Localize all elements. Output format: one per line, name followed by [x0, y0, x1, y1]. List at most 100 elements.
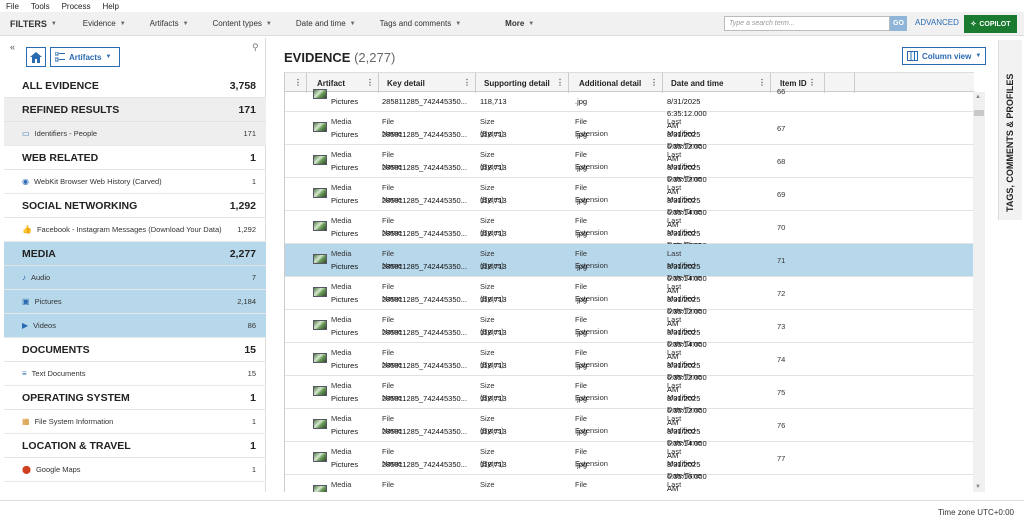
- table-row[interactable]: Media Pictures File Name 285811285_74244535…: [285, 310, 974, 361]
- artifacts-view-dropdown[interactable]: Artifacts ▼: [50, 47, 120, 67]
- table-row[interactable]: Media Pictures File Name 285811285_74244535…: [285, 112, 974, 163]
- category-header[interactable]: LOCATION & TRAVEL 1: [4, 434, 266, 458]
- category-header[interactable]: DOCUMENTS 15: [4, 338, 266, 362]
- category-item[interactable]: ▶ Videos 86: [4, 314, 266, 338]
- filter-tags-comments[interactable]: Tags and comments ▼: [380, 19, 462, 28]
- category-header[interactable]: OPERATING SYSTEM 1: [4, 386, 266, 410]
- image-thumbnail[interactable]: [313, 254, 327, 264]
- column-header-key-detail[interactable]: Key detail ⋮: [379, 73, 476, 93]
- table-row[interactable]: Media Pictures File Name 285811285_74244535…: [285, 409, 974, 460]
- image-thumbnail[interactable]: [313, 386, 327, 396]
- image-thumbnail[interactable]: [313, 419, 327, 429]
- tags-comments-profiles-panel-toggle[interactable]: TAGS, COMMENTS & PROFILES: [998, 40, 1022, 220]
- image-thumbnail[interactable]: [313, 452, 327, 462]
- category-header[interactable]: REFINED RESULTS 171: [4, 98, 266, 122]
- search-input[interactable]: Type a search term...: [724, 16, 890, 31]
- image-thumbnail[interactable]: [313, 122, 327, 132]
- table-row[interactable]: Media File Name Size (Bytes) File Extension…: [285, 475, 974, 492]
- filter-content-types[interactable]: Content types ▼: [213, 19, 272, 28]
- cell-value: Pictures: [331, 163, 359, 172]
- column-header-additional-detail[interactable]: Additional detail ⋮: [569, 73, 663, 93]
- evidence-title: EVIDENCE: [284, 50, 351, 65]
- chevron-down-icon: ▼: [528, 20, 535, 27]
- column-menu-button[interactable]: ⋮: [285, 73, 307, 93]
- image-thumbnail[interactable]: [313, 155, 327, 165]
- category-count: 1,292: [229, 199, 256, 212]
- scroll-down-icon[interactable]: ▼: [975, 484, 981, 490]
- category-item[interactable]: 👍 Facebook - Instagram Messages (Download…: [4, 218, 266, 242]
- image-thumbnail[interactable]: [313, 89, 327, 99]
- table-row[interactable]: Media Pictures File Name 285811285_74244535…: [285, 145, 974, 196]
- menu-help[interactable]: Help: [102, 2, 118, 11]
- scroll-thumb[interactable]: [974, 110, 984, 116]
- table-row[interactable]: Media Pictures File Name 285811285_74244535…: [285, 376, 974, 427]
- cell-value: Pictures: [331, 97, 359, 106]
- category-item[interactable]: ≡ Text Documents 15: [4, 362, 266, 386]
- cell-value: 285811285_742445350...: [382, 196, 467, 205]
- category-item[interactable]: ♪ Audio 7: [4, 266, 266, 290]
- category-header[interactable]: SOCIAL NETWORKING 1,292: [4, 194, 266, 218]
- more-vertical-icon: ⋮: [294, 78, 302, 87]
- cell-value: 118,713: [480, 229, 507, 238]
- table-row[interactable]: Pictures 285811285_742445350... 118,713 .jp…: [285, 87, 974, 130]
- category-item[interactable]: ▭ Identifiers - People 171: [4, 122, 266, 146]
- filter-evidence[interactable]: Evidence ▼: [83, 19, 126, 28]
- item-id: 71: [777, 256, 786, 265]
- collapse-panel-icon[interactable]: «: [10, 42, 15, 52]
- image-thumbnail[interactable]: [313, 353, 327, 363]
- item-id: 67: [777, 124, 786, 133]
- thumbs-up-icon: 👍: [22, 225, 32, 234]
- filter-date-time[interactable]: Date and time ▼: [296, 19, 356, 28]
- table-row[interactable]: Media Pictures File Name 285811285_74244535…: [285, 343, 974, 394]
- category-item[interactable]: ▣ Pictures 2,184: [4, 290, 266, 314]
- pin-icon[interactable]: ⚲: [252, 42, 259, 53]
- image-thumbnail[interactable]: [313, 287, 327, 297]
- cell-value: 118,713: [480, 295, 507, 304]
- category-header[interactable]: WEB RELATED 1: [4, 146, 266, 170]
- go-button[interactable]: GO: [890, 16, 907, 31]
- table-scrollbar[interactable]: ▲ ▼: [973, 92, 985, 492]
- category-item[interactable]: ⬤ Google Maps 1: [4, 458, 266, 482]
- menu-tools[interactable]: Tools: [31, 2, 50, 11]
- category-item-count: 86: [247, 321, 256, 330]
- table-row[interactable]: Media Pictures File Name 285811285_74244535…: [285, 277, 974, 328]
- cell-value: 118,713: [480, 130, 507, 139]
- filters-menu[interactable]: FILTERS ▼: [10, 19, 57, 29]
- cell-value: 118,713: [480, 97, 507, 106]
- category-header[interactable]: ALL EVIDENCE 3,758: [4, 74, 266, 98]
- home-button[interactable]: [26, 47, 46, 67]
- category-header[interactable]: MEDIA 2,277: [4, 242, 266, 266]
- column-view-dropdown[interactable]: Column view ▼: [902, 47, 986, 65]
- cell-label: Media: [331, 414, 352, 423]
- chevron-down-icon: ▼: [50, 20, 57, 27]
- category-item-left: ⬤ Google Maps: [22, 465, 81, 474]
- table-row[interactable]: Media Pictures File Name 285811285_74244535…: [285, 211, 974, 262]
- image-thumbnail[interactable]: [313, 188, 327, 198]
- cell-value: .jpg: [575, 97, 588, 106]
- category-item[interactable]: ◉ WebKit Browser Web History (Carved) 1: [4, 170, 266, 194]
- image-thumbnail[interactable]: [313, 485, 327, 492]
- filter-more[interactable]: More ▼: [505, 19, 534, 28]
- cell-value: 285811285_742445350...: [382, 394, 467, 403]
- table-row[interactable]: Media Pictures File Name 285811285_74244535…: [285, 442, 974, 492]
- scroll-up-icon[interactable]: ▲: [975, 94, 981, 100]
- column-header-supporting-detail[interactable]: Supporting detail ⋮: [476, 73, 569, 93]
- cell-value: Pictures: [331, 196, 359, 205]
- cell-label: Media: [331, 381, 352, 390]
- category-item[interactable]: ▦ File System Information 1: [4, 410, 266, 434]
- cell-value: .jpg: [575, 130, 588, 139]
- table-row[interactable]: Media Pictures File Name 285811285_74244535…: [285, 178, 974, 229]
- filter-label: Artifacts: [149, 19, 179, 28]
- advanced-search-link[interactable]: ADVANCED: [915, 18, 959, 27]
- table-row[interactable]: Media Pictures File Name 285811285_74244535…: [285, 244, 974, 295]
- copilot-button[interactable]: ✧ COPILOT: [964, 15, 1017, 33]
- category-name: OPERATING SYSTEM: [22, 391, 130, 404]
- category-name: REFINED RESULTS: [22, 103, 120, 116]
- filter-artifacts[interactable]: Artifacts ▼: [150, 19, 189, 28]
- menu-process[interactable]: Process: [62, 2, 91, 11]
- image-thumbnail[interactable]: [313, 320, 327, 330]
- image-thumbnail[interactable]: [313, 221, 327, 231]
- column-header-date-time[interactable]: Date and time ⋮: [663, 73, 771, 93]
- menu-file[interactable]: File: [6, 2, 19, 11]
- cell-value: 285811285_742445350...: [382, 229, 467, 238]
